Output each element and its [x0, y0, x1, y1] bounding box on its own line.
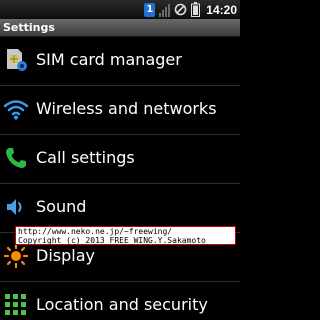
- wifi-icon: [3, 100, 29, 120]
- settings-item-sim-card-manager[interactable]: SIM card manager: [0, 37, 240, 86]
- title-bar: Settings: [0, 19, 240, 37]
- battery-icon: [191, 2, 201, 17]
- settings-item-label: SIM card manager: [36, 50, 182, 69]
- brightness-icon: [3, 243, 29, 269]
- watermark-url: http://www.neko.ne.jp/~freewing/: [18, 227, 173, 236]
- clock: 14:20: [206, 2, 237, 17]
- settings-item-label: Location and security: [36, 295, 208, 314]
- signal-icon: [159, 3, 171, 17]
- page-title: Settings: [3, 21, 55, 34]
- settings-item-location-and-security[interactable]: Location and security: [0, 282, 240, 320]
- status-icons: 1 14:20: [144, 1, 237, 18]
- sim-card-gear-icon: [7, 49, 27, 71]
- settings-item-wireless-and-networks[interactable]: Wireless and networks: [0, 86, 240, 135]
- no-signal-icon: [174, 3, 187, 16]
- grid-lock-icon: [5, 294, 26, 315]
- settings-item-call-settings[interactable]: Call settings: [0, 135, 240, 184]
- settings-item-label: Call settings: [36, 148, 135, 167]
- settings-item-label: Display: [36, 246, 95, 265]
- settings-item-label: Sound: [36, 197, 87, 216]
- sim-1-icon: 1: [144, 2, 156, 17]
- watermark-overlay: http://www.neko.ne.jp/~freewing/ Copyrig…: [15, 226, 236, 245]
- speaker-icon: [7, 199, 22, 215]
- phone-icon: [6, 148, 26, 168]
- watermark-copyright: Copyright (c) 2013 FREE WING.Y.Sakamoto: [18, 236, 206, 245]
- status-bar: 1 14:20: [0, 0, 240, 19]
- settings-item-label: Wireless and networks: [36, 99, 217, 118]
- settings-list: SIM card manager Wireless and networks C…: [0, 37, 240, 320]
